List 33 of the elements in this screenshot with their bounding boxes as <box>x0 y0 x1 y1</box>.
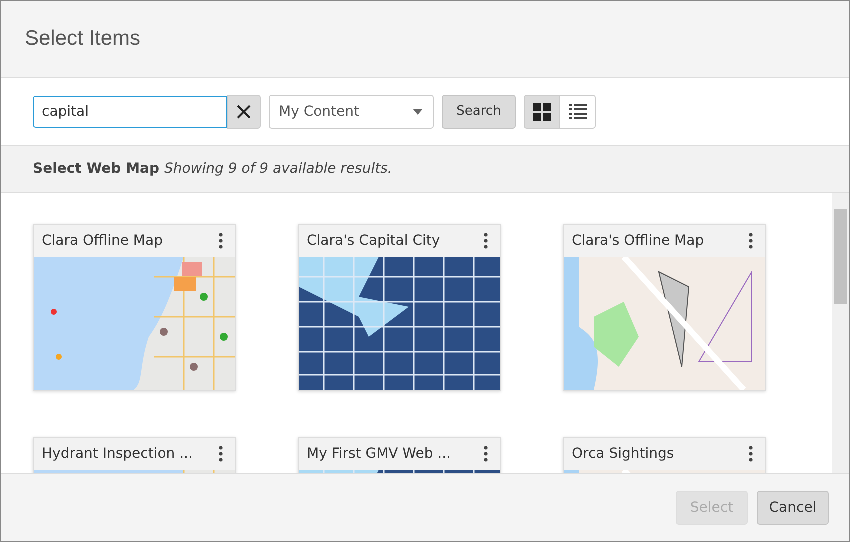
map-card[interactable]: Hydrant Inspection ... <box>33 437 236 473</box>
caret-icon <box>413 108 423 114</box>
search-button[interactable]: Search <box>442 94 516 128</box>
card-title: Clara Offline Map <box>42 233 163 249</box>
list-icon <box>568 104 586 120</box>
map-card[interactable]: Clara's Offline Map <box>563 224 766 391</box>
more-options-icon[interactable] <box>749 446 753 462</box>
card-title: Clara's Offline Map <box>572 233 704 249</box>
list-view-button[interactable] <box>560 94 596 128</box>
grid-view-button[interactable] <box>524 94 560 128</box>
grid-icon <box>533 102 551 120</box>
more-options-icon[interactable] <box>484 233 488 249</box>
more-options-icon[interactable] <box>219 233 223 249</box>
map-card[interactable]: Clara's Capital City <box>298 224 501 391</box>
scope-dropdown[interactable]: My Content <box>269 94 434 128</box>
card-title: Orca Sightings <box>572 446 674 462</box>
dialog-title: Select Items <box>25 27 141 51</box>
map-card[interactable]: Orca Sightings <box>563 437 766 473</box>
map-card[interactable]: My First GMV Web ... <box>298 437 501 473</box>
clear-button[interactable] <box>227 94 261 128</box>
dialog-button[interactable]: Cancel <box>757 490 829 524</box>
scrollbar[interactable] <box>832 193 849 473</box>
more-options-icon[interactable] <box>484 446 488 462</box>
results-count: Showing 9 of 9 available results. <box>164 161 392 177</box>
card-title: Hydrant Inspection ... <box>42 446 193 462</box>
close-icon <box>236 104 252 120</box>
search-field[interactable]: capital <box>33 96 227 128</box>
more-options-icon[interactable] <box>219 446 223 462</box>
more-options-icon[interactable] <box>749 233 753 249</box>
map-card[interactable]: Clara Offline Map <box>33 224 236 391</box>
section-heading: Select Web Map <box>33 161 160 177</box>
card-title: Clara's Capital City <box>307 233 440 249</box>
card-title: My First GMV Web ... <box>307 446 452 462</box>
